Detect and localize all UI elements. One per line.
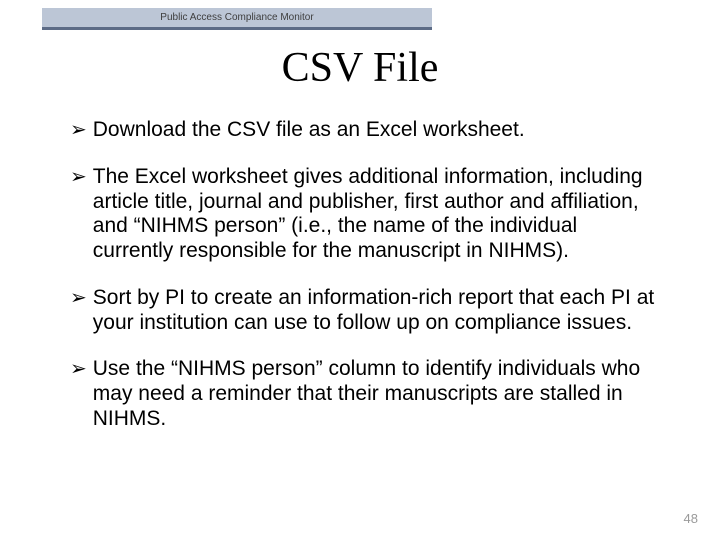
slide: Public Access Compliance Monitor CSV Fil… (0, 0, 720, 540)
bullet-list: ➢ Download the CSV file as an Excel work… (70, 118, 660, 454)
bullet-text: Sort by PI to create an information-rich… (93, 286, 660, 336)
bullet-icon: ➢ (70, 118, 87, 142)
header-label: Public Access Compliance Monitor (160, 12, 313, 23)
list-item: ➢ Sort by PI to create an information-ri… (70, 286, 660, 336)
page-number: 48 (684, 511, 698, 526)
list-item: ➢ The Excel worksheet gives additional i… (70, 165, 660, 264)
bullet-text: The Excel worksheet gives additional inf… (93, 165, 660, 264)
header-bar: Public Access Compliance Monitor (42, 8, 432, 30)
bullet-icon: ➢ (70, 357, 87, 381)
bullet-text: Download the CSV file as an Excel worksh… (93, 118, 525, 143)
list-item: ➢ Download the CSV file as an Excel work… (70, 118, 660, 143)
bullet-text: Use the “NIHMS person” column to identif… (93, 357, 660, 431)
list-item: ➢ Use the “NIHMS person” column to ident… (70, 357, 660, 431)
bullet-icon: ➢ (70, 286, 87, 310)
page-title: CSV File (0, 44, 720, 92)
bullet-icon: ➢ (70, 165, 87, 189)
